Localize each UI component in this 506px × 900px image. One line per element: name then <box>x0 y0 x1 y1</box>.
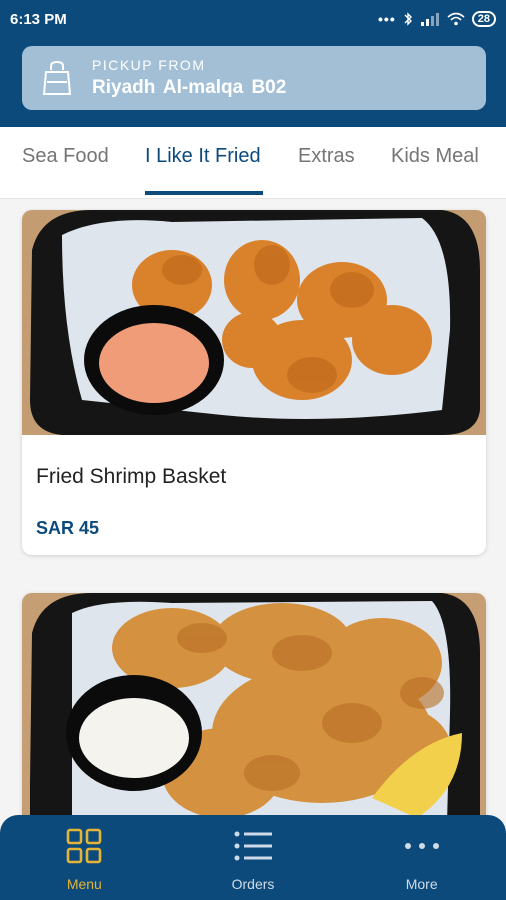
tab-i-like-it-fried[interactable]: I Like It Fried <box>145 145 261 168</box>
grid-icon <box>66 826 102 866</box>
tab-extras[interactable]: Extras <box>298 145 355 168</box>
list-icon <box>234 826 272 866</box>
nav-more[interactable]: More <box>337 815 506 900</box>
nav-menu-label: Menu <box>66 875 102 892</box>
status-time: 6:13 PM <box>10 10 67 28</box>
tab-sea-food[interactable]: Sea Food <box>22 145 109 168</box>
app-header: 6:13 PM ••• 28 PICKUP FROM Riyadh Al-mal… <box>0 0 506 127</box>
category-tabs: Sea Food I Like It Fried Extras Kids Mea… <box>0 127 506 199</box>
nav-menu[interactable]: Menu <box>0 815 169 900</box>
active-tab-indicator <box>145 191 263 195</box>
wifi-icon <box>447 12 465 26</box>
pickup-text: PICKUP FROM Riyadh Al-malqa B02 <box>92 57 286 99</box>
menu-item-title: Fried Shrimp Basket <box>36 465 227 488</box>
pickup-label: PICKUP FROM <box>92 57 206 73</box>
bluetooth-icon <box>404 12 412 26</box>
status-icons: ••• 28 <box>378 11 496 27</box>
notification-dots-icon: ••• <box>378 11 396 27</box>
menu-item-card[interactable] <box>22 593 486 815</box>
bottom-navigation: Menu Orders More <box>0 815 506 900</box>
menu-item-price: SAR 45 <box>36 518 100 538</box>
status-bar: 6:13 PM ••• 28 <box>0 0 506 38</box>
signal-icon <box>420 13 439 26</box>
fried-calamari-photo <box>22 593 486 815</box>
fried-shrimp-photo <box>22 210 486 435</box>
tab-kids-meal[interactable]: Kids Meal <box>391 145 479 168</box>
pickup-location: Riyadh Al-malqa B02 <box>92 77 287 98</box>
menu-item-card[interactable]: Fried Shrimp Basket SAR 45 <box>22 210 486 555</box>
nav-more-label: More <box>405 875 438 892</box>
menu-list[interactable]: Fried Shrimp Basket SAR 45 <box>0 199 506 815</box>
bag-icon <box>22 46 92 110</box>
battery-icon: 28 <box>471 11 496 27</box>
pickup-location-selector[interactable]: PICKUP FROM Riyadh Al-malqa B02 <box>22 46 486 110</box>
more-dots-icon <box>404 826 440 866</box>
nav-orders[interactable]: Orders <box>169 815 338 900</box>
nav-orders-label: Orders <box>231 875 275 892</box>
